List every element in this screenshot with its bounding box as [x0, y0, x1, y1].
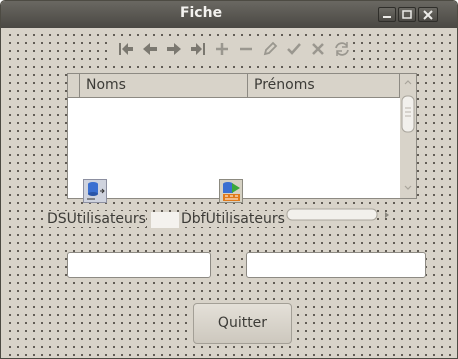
prenom-edit-value [247, 257, 251, 272]
dbf-table-icon[interactable] [219, 179, 243, 203]
dbf-label: DbfUtilisateurs [181, 211, 285, 227]
last-record-icon[interactable] [188, 39, 208, 59]
prior-record-icon[interactable] [140, 39, 160, 59]
datasource-label-box [151, 212, 179, 228]
grid-indicator-column [68, 74, 80, 97]
title-bar[interactable]: Fiche [1, 1, 457, 28]
quit-button[interactable]: Quitter [193, 303, 292, 344]
first-record-icon[interactable] [116, 39, 136, 59]
column-header-noms[interactable]: Noms [80, 74, 248, 97]
column-header-prenoms[interactable]: Prénoms [248, 74, 400, 97]
pencil-icon[interactable] [260, 39, 280, 59]
grid-header: Noms Prénoms [68, 74, 400, 98]
grid-vertical-scrollbar[interactable] [400, 74, 416, 198]
minus-icon[interactable] [236, 39, 256, 59]
refresh-icon[interactable] [332, 39, 352, 59]
close-icon[interactable] [418, 7, 438, 22]
window-title: Fiche [179, 5, 223, 21]
application-window: Fiche Noms Prénoms DSUtilisateurs DbfUti… [0, 0, 458, 359]
nom-edit-field[interactable] [67, 252, 211, 278]
db-navigator [112, 36, 350, 62]
nom-edit-value [68, 257, 72, 272]
next-record-icon[interactable] [164, 39, 184, 59]
minimize-icon[interactable] [378, 7, 396, 22]
datasource-label: DSUtilisateurs [47, 211, 146, 227]
plus-icon[interactable] [212, 39, 232, 59]
datasource-icon[interactable] [83, 179, 107, 203]
checkmark-icon[interactable] [284, 39, 304, 59]
prenom-edit-field[interactable] [246, 252, 426, 278]
maximize-icon[interactable] [398, 7, 416, 22]
cross-icon[interactable] [308, 39, 328, 59]
